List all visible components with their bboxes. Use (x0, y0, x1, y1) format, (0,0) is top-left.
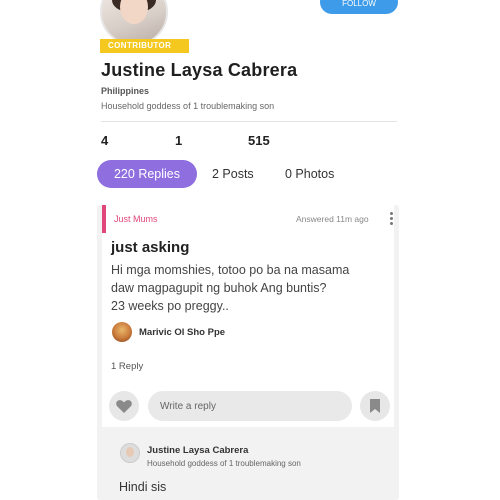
heart-icon (116, 400, 132, 413)
question-body[interactable]: Hi mga momshies, totoo po ba na masama d… (111, 261, 387, 315)
reply-text: Hindi sis (119, 480, 167, 494)
reply-card: Just Mums Answered 11m ago just asking H… (97, 205, 399, 500)
tab-posts[interactable]: 2 Posts (212, 160, 254, 188)
question-panel: Just Mums Answered 11m ago just asking H… (102, 205, 394, 427)
profile-divider (101, 121, 397, 122)
category-accent (102, 205, 106, 233)
question-title[interactable]: just asking (111, 239, 189, 256)
stat-value[interactable]: 1 (175, 133, 182, 148)
question-body-line: daw magpagupit ng buhok Ang buntis? (111, 281, 327, 295)
author-name[interactable]: Marivic Ol Sho Ppe (139, 327, 225, 338)
reply-input[interactable] (148, 391, 352, 421)
answered-timestamp: Answered 11m ago (296, 214, 369, 224)
reply-author-bio: Household goddess of 1 troublemaking son (147, 459, 301, 468)
profile-name: Justine Laysa Cabrera (101, 60, 298, 80)
follow-button[interactable]: FOLLOW (320, 0, 398, 14)
reply-count[interactable]: 1 Reply (111, 361, 143, 372)
bookmark-button[interactable] (360, 391, 390, 421)
contributor-badge: CONTRIBUTOR (100, 39, 190, 53)
question-body-line: Hi mga momshies, totoo po ba na masama (111, 263, 350, 277)
bookmark-icon (370, 399, 380, 413)
like-button[interactable] (109, 391, 139, 421)
author-avatar[interactable] (112, 322, 132, 342)
reply-author-avatar[interactable] (120, 443, 140, 463)
more-vertical-icon[interactable] (390, 212, 394, 227)
profile-bio: Household goddess of 1 troublemaking son (101, 101, 275, 111)
stat-value[interactable]: 515 (248, 133, 270, 148)
tab-replies[interactable]: 220 Replies (97, 160, 197, 188)
reply-author-name[interactable]: Justine Laysa Cabrera (147, 445, 248, 456)
category-label[interactable]: Just Mums (114, 214, 158, 224)
tab-photos[interactable]: 0 Photos (285, 160, 334, 188)
avatar-face (120, 0, 148, 24)
question-body-line: 23 weeks po preggy.. (111, 299, 229, 313)
stat-value[interactable]: 4 (101, 133, 108, 148)
profile-country: Philippines (101, 86, 150, 96)
